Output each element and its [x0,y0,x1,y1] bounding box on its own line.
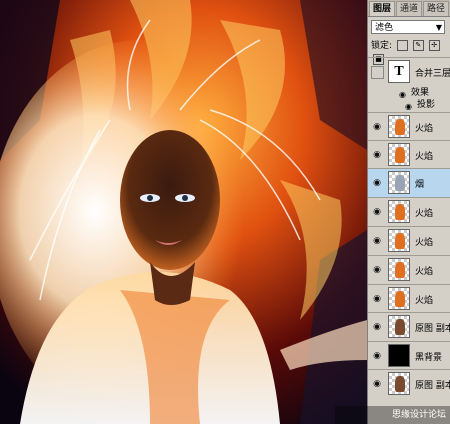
eye-icon[interactable]: ◉ [370,263,384,277]
layer-row-text[interactable]: T 合并三层 [368,57,450,86]
tab-paths[interactable]: 路径 [423,1,450,16]
layer-thumbnail [388,258,410,281]
watermark: 思缘设计论坛 [335,406,450,424]
eye-icon[interactable]: ◉ [370,320,384,334]
eye-icon[interactable]: ◉ [370,292,384,306]
thumbnail-figure [395,204,405,220]
blend-mode-value: 滤色 [375,23,394,33]
eye-icon[interactable]: ◉ [370,120,384,134]
eye-icon[interactable]: ◉ [370,377,384,391]
layer-name: 黑背景 [415,353,443,363]
eye-icon[interactable]: ◉ [370,349,384,363]
layer-thumbnail [388,229,410,252]
eye-icon[interactable]: ◉ [370,205,384,219]
blend-mode-select[interactable]: 滤色 ▼ [371,20,445,34]
thumbnail-figure [395,233,405,249]
layer-row[interactable]: ◉ 火焰 [368,255,450,284]
layer-name: 火焰 [415,152,434,162]
text-layer-thumbnail: T [388,60,410,83]
thumbnail-figure [395,147,405,163]
image-canvas[interactable] [0,0,367,424]
layer-thumbnail [388,171,410,194]
layer-row[interactable]: ◉ 烟 [368,168,450,197]
lock-label: 锁定: [371,41,393,51]
layer-name: 火焰 [415,296,434,306]
layer-row[interactable]: ◉ 火焰 [368,197,450,226]
thumbnail-figure [395,319,405,335]
layer-name: 烟 [415,180,425,190]
eye-icon[interactable]: ◉ [370,148,384,162]
layer-thumbnail [388,372,410,395]
eye-icon[interactable]: ◉ [370,234,384,248]
drop-shadow-row[interactable]: ◉ 投影 [368,98,450,112]
layers-panel: 图层 通道 路径 滤色 ▼ 锁定: ✎ ✢ ■ T 合并三层 ◉ 效果 ◉ 投影… [367,0,450,424]
visibility-toggle-empty[interactable] [371,66,384,79]
panel-tabs: 图层 通道 路径 [368,0,450,17]
lock-move-icon[interactable]: ✢ [428,40,440,51]
layer-thumbnail [388,200,410,223]
drop-shadow-label: 投影 [417,100,436,110]
layer-thumbnail [388,315,410,338]
thumbnail-figure [395,119,405,135]
layer-name: 火焰 [415,124,434,134]
layer-row[interactable]: ◉ 火焰 [368,112,450,141]
layer-row[interactable]: ◉ 火焰 [368,226,450,255]
eye-icon[interactable]: ◉ [370,176,384,190]
tab-channels[interactable]: 通道 [396,1,423,16]
lock-row: 锁定: ✎ ✢ ■ [371,39,450,65]
layer-name: 火焰 [415,209,434,219]
thumbnail-figure [395,175,405,191]
layer-row[interactable]: ◉ 原图 副本 [368,312,450,341]
layer-name: 原图 副本 [415,381,450,391]
lock-transparency-icon[interactable] [396,40,408,51]
thumbnail-figure [395,291,405,307]
layer-name: 火焰 [415,267,434,277]
thumbnail-figure [395,262,405,278]
layer-row[interactable]: ◉ 原图 副本 [368,369,450,398]
layer-name: 原图 副本 [415,324,450,334]
layer-thumbnail [388,344,410,367]
layer-name: 合并三层 [415,69,450,79]
thumbnail-figure [395,376,405,392]
layer-row[interactable]: ◉ 火焰 [368,140,450,169]
layer-row[interactable]: ◉ 火焰 [368,284,450,313]
layer-thumbnail [388,143,410,166]
layer-thumbnail [388,115,410,138]
chevron-down-icon: ▼ [435,23,442,32]
fire-woman-artwork [0,0,367,424]
layer-name: 火焰 [415,238,434,248]
layer-thumbnail [388,287,410,310]
layer-row[interactable]: ◉ 黑背景 [368,341,450,370]
lock-paint-icon[interactable]: ✎ [412,40,424,51]
tab-layers[interactable]: 图层 [369,1,396,16]
